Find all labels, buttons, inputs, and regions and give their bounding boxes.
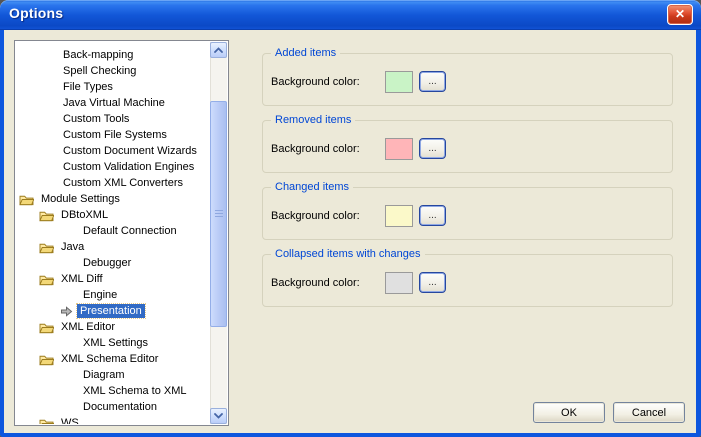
tree-item-label: Custom Document Wizards — [60, 144, 200, 158]
color-swatch — [385, 138, 413, 160]
tree-item-label: Custom File Systems — [60, 128, 170, 142]
folder-icon — [39, 353, 54, 366]
tree-item-label: XML Schema to XML — [80, 384, 190, 398]
tree-item-label: XML Schema Editor — [58, 352, 161, 366]
background-color-label: Background color: — [271, 143, 360, 155]
color-swatch — [385, 205, 413, 227]
tree-item-label: Module Settings — [38, 192, 123, 206]
tree-item[interactable]: XML Editor — [16, 319, 210, 335]
tree-item-label: Presentation — [77, 304, 145, 318]
tree-item[interactable]: XML Diff — [16, 271, 210, 287]
browse-color-button[interactable]: ... — [419, 71, 446, 92]
folder-icon — [39, 209, 54, 222]
tree-item-label: Custom Tools — [60, 112, 132, 126]
tree-item[interactable]: WS — [16, 415, 210, 424]
tree-item-label: XML Editor — [58, 320, 118, 334]
window-border-right — [696, 30, 701, 437]
tree-item[interactable]: XML Schema Editor — [16, 351, 210, 367]
settings-tree-panel: Back-mapping Spell Checking File Types J… — [14, 40, 229, 426]
close-icon: ✕ — [675, 7, 685, 21]
window-border-bottom — [0, 433, 701, 437]
chevron-down-icon — [214, 413, 223, 419]
window-border-left — [0, 30, 4, 437]
group-box: Removed items Background color: ... — [262, 120, 673, 173]
scroll-up-button[interactable] — [210, 42, 227, 58]
tree-item-label: Custom XML Converters — [60, 176, 186, 190]
background-color-label: Background color: — [271, 277, 360, 289]
color-swatch — [385, 272, 413, 294]
tree-item[interactable]: Java Virtual Machine — [16, 95, 210, 111]
tree-item[interactable]: Default Connection — [16, 223, 210, 239]
group-title: Added items — [271, 47, 340, 59]
folder-icon — [39, 241, 54, 254]
tree-item[interactable]: Custom Validation Engines — [16, 159, 210, 175]
tree-item[interactable]: File Types — [16, 79, 210, 95]
tree-item-label: Documentation — [80, 400, 160, 414]
tree-item[interactable]: Spell Checking — [16, 63, 210, 79]
folder-icon — [39, 273, 54, 286]
tree-item[interactable]: Presentation — [16, 303, 210, 319]
tree-item[interactable]: Debugger — [16, 255, 210, 271]
tree-item[interactable]: Custom Tools — [16, 111, 210, 127]
tree-item[interactable]: Back-mapping — [16, 47, 210, 63]
group-title: Removed items — [271, 114, 355, 126]
group-box: Collapsed items with changes Background … — [262, 254, 673, 307]
background-color-label: Background color: — [271, 210, 360, 222]
folder-icon — [39, 321, 54, 334]
tree-scrollbar[interactable] — [210, 42, 227, 424]
tree-item-label: Java Virtual Machine — [60, 96, 168, 110]
tree-item[interactable]: Diagram — [16, 367, 210, 383]
cancel-button[interactable]: Cancel — [613, 402, 685, 423]
group-title: Collapsed items with changes — [271, 248, 425, 260]
tree-item-label: Back-mapping — [60, 48, 136, 62]
tree-item-label: DBtoXML — [58, 208, 111, 222]
background-color-label: Background color: — [271, 76, 360, 88]
scroll-down-button[interactable] — [210, 408, 227, 424]
browse-color-button[interactable]: ... — [419, 205, 446, 226]
tree-item-label: Custom Validation Engines — [60, 160, 197, 174]
tree-item-label: WS — [58, 416, 82, 424]
ok-button[interactable]: OK — [533, 402, 605, 423]
tree-item[interactable]: Module Settings — [16, 191, 210, 207]
close-button[interactable]: ✕ — [667, 4, 693, 25]
tree-item[interactable]: Custom File Systems — [16, 127, 210, 143]
tree-item[interactable]: Engine — [16, 287, 210, 303]
tree-item-label: Spell Checking — [60, 64, 139, 78]
tree-item[interactable]: Documentation — [16, 399, 210, 415]
chevron-up-icon — [214, 47, 223, 53]
tree-item-label: XML Diff — [58, 272, 106, 286]
tree-item-label: Java — [58, 240, 87, 254]
selected-arrow-icon — [60, 306, 73, 317]
group-box: Changed items Background color: ... — [262, 187, 673, 240]
tree-item[interactable]: Custom Document Wizards — [16, 143, 210, 159]
browse-color-button[interactable]: ... — [419, 272, 446, 293]
folder-icon — [19, 193, 34, 206]
color-swatch — [385, 71, 413, 93]
title-bar[interactable]: Options ✕ — [0, 0, 701, 30]
window-title: Options — [9, 5, 63, 21]
tree-item-label: Default Connection — [80, 224, 180, 238]
thumb-grip-icon — [215, 210, 223, 218]
browse-color-button[interactable]: ... — [419, 138, 446, 159]
tree-item[interactable]: XML Settings — [16, 335, 210, 351]
tree-item-label: Engine — [80, 288, 120, 302]
group-box: Added items Background color: ... — [262, 53, 673, 106]
tree-item-label: XML Settings — [80, 336, 151, 350]
group-title: Changed items — [271, 181, 353, 193]
scroll-thumb[interactable] — [210, 101, 227, 327]
tree-item[interactable]: XML Schema to XML — [16, 383, 210, 399]
settings-tree: Back-mapping Spell Checking File Types J… — [16, 42, 210, 424]
tree-item[interactable]: Java — [16, 239, 210, 255]
options-dialog: Options ✕ Back-mapping Spell Checking Fi… — [0, 0, 701, 437]
tree-item-label: File Types — [60, 80, 116, 94]
tree-item-label: Diagram — [80, 368, 128, 382]
tree-item-label: Debugger — [80, 256, 134, 270]
tree-item[interactable]: DBtoXML — [16, 207, 210, 223]
folder-icon — [39, 417, 54, 425]
tree-item[interactable]: Custom XML Converters — [16, 175, 210, 191]
